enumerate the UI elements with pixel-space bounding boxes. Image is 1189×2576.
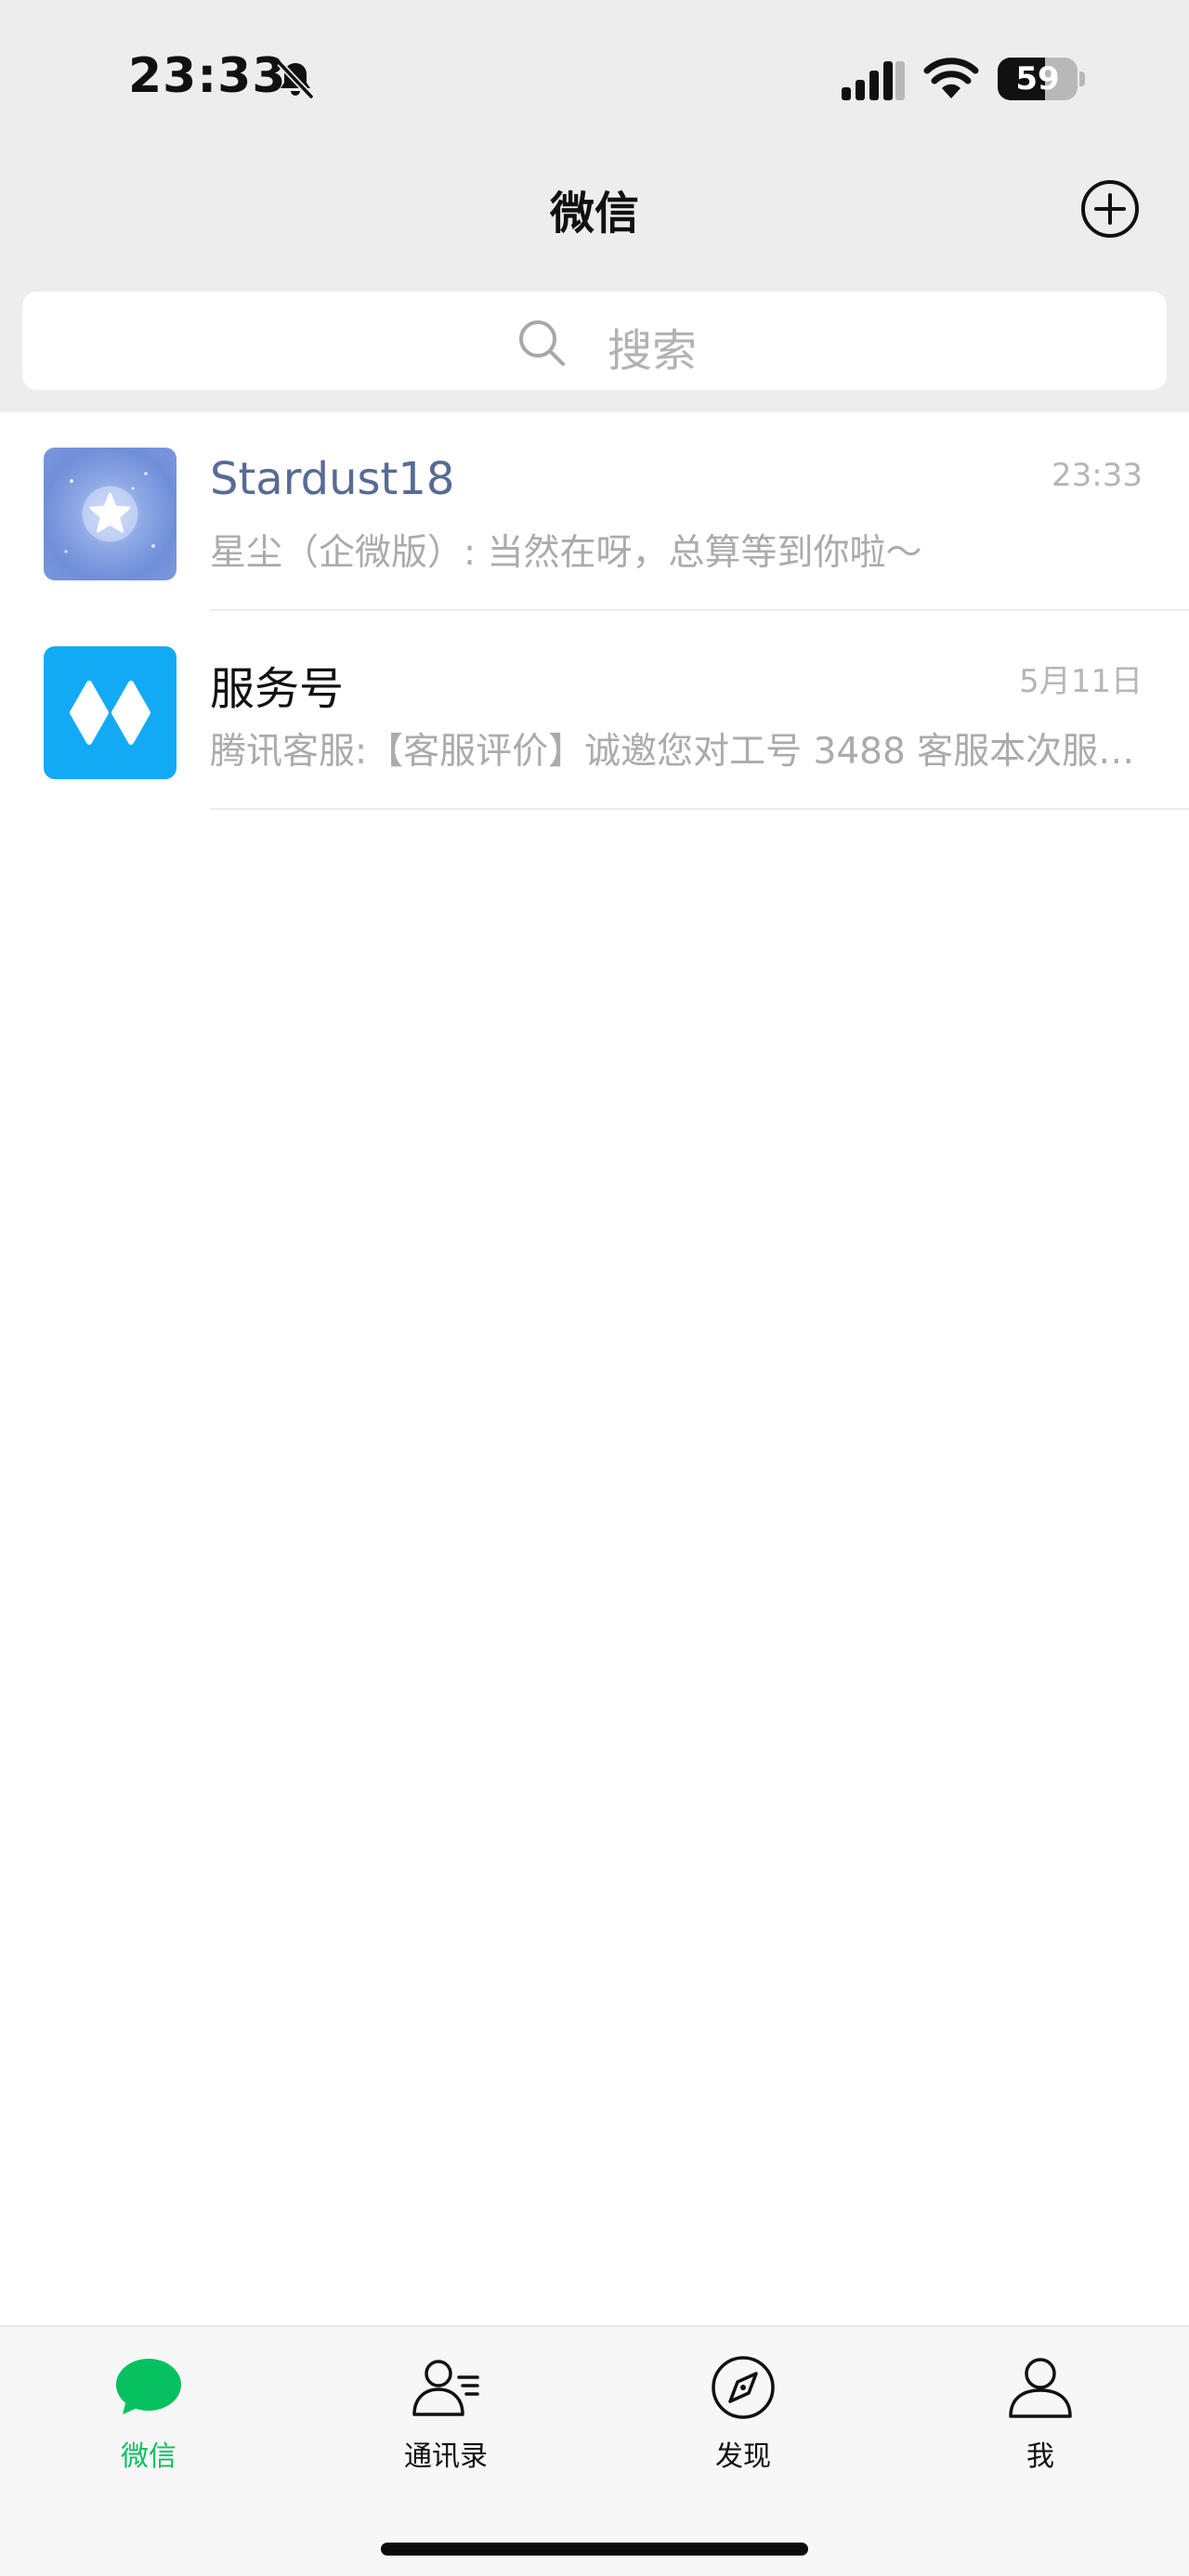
battery-percent: 59 bbox=[1015, 60, 1060, 98]
tab-label: 我 bbox=[1026, 2440, 1054, 2473]
signal-icon bbox=[842, 61, 905, 100]
contacts-icon bbox=[412, 2360, 479, 2416]
avatar bbox=[44, 448, 176, 580]
chat-preview: 腾讯客服:【客服评价】诚邀您对工号 3488 客服本次服务进行评价 bbox=[210, 731, 1143, 773]
chat-name: 服务号 bbox=[210, 663, 345, 715]
search-placeholder: 搜索 bbox=[608, 325, 698, 377]
battery-indicator: 59 bbox=[998, 58, 1085, 102]
chat-preview: 星尘（企微版）: 当然在呀，总算等到你啦～ bbox=[210, 532, 922, 574]
wifi-icon bbox=[923, 58, 979, 98]
add-icon[interactable] bbox=[1079, 178, 1141, 240]
chat-bubble-icon bbox=[116, 2359, 181, 2414]
tab-label: 发现 bbox=[715, 2440, 771, 2473]
chat-time: 5月11日 bbox=[1019, 663, 1143, 700]
search-input[interactable]: 搜索 bbox=[22, 292, 1167, 390]
chat-item-service-accounts[interactable]: 服务号 5月11日 腾讯客服:【客服评价】诚邀您对工号 3488 客服本次服务进… bbox=[0, 611, 1189, 810]
page-title: 微信 bbox=[549, 188, 639, 240]
person-icon bbox=[1009, 2358, 1072, 2418]
compass-icon bbox=[712, 2356, 775, 2419]
tab-label: 通讯录 bbox=[404, 2440, 488, 2473]
chat-time: 23:33 bbox=[1052, 457, 1143, 494]
tab-chats[interactable]: 微信 bbox=[0, 2327, 297, 2476]
top-bar: 23:33 59 微信 搜索 bbox=[0, 0, 1189, 412]
avatar bbox=[44, 646, 176, 779]
tab-label: 微信 bbox=[121, 2440, 176, 2473]
tab-bar: 微信 通讯录 发现 我 bbox=[0, 2325, 1189, 2576]
chat-list: Stardust18 23:33 星尘（企微版）: 当然在呀，总算等到你啦～ 服… bbox=[0, 412, 1189, 810]
home-indicator bbox=[381, 2543, 808, 2556]
tab-discover[interactable]: 发现 bbox=[594, 2327, 892, 2476]
star-icon bbox=[64, 472, 155, 553]
search-icon bbox=[519, 320, 565, 366]
bell-off-icon bbox=[277, 60, 314, 99]
chat-name: Stardust18 bbox=[210, 453, 455, 505]
wechat-screen: 23:33 59 微信 搜索 Stardust18 23:33 星尘（企微版）:… bbox=[0, 0, 1189, 2576]
service-account-icon bbox=[70, 681, 150, 745]
tab-me[interactable]: 我 bbox=[892, 2327, 1189, 2476]
chat-item-stardust18[interactable]: Stardust18 23:33 星尘（企微版）: 当然在呀，总算等到你啦～ bbox=[0, 412, 1189, 611]
divider bbox=[210, 808, 1189, 810]
tab-contacts[interactable]: 通讯录 bbox=[297, 2327, 594, 2476]
status-time: 23:33 bbox=[128, 48, 287, 104]
